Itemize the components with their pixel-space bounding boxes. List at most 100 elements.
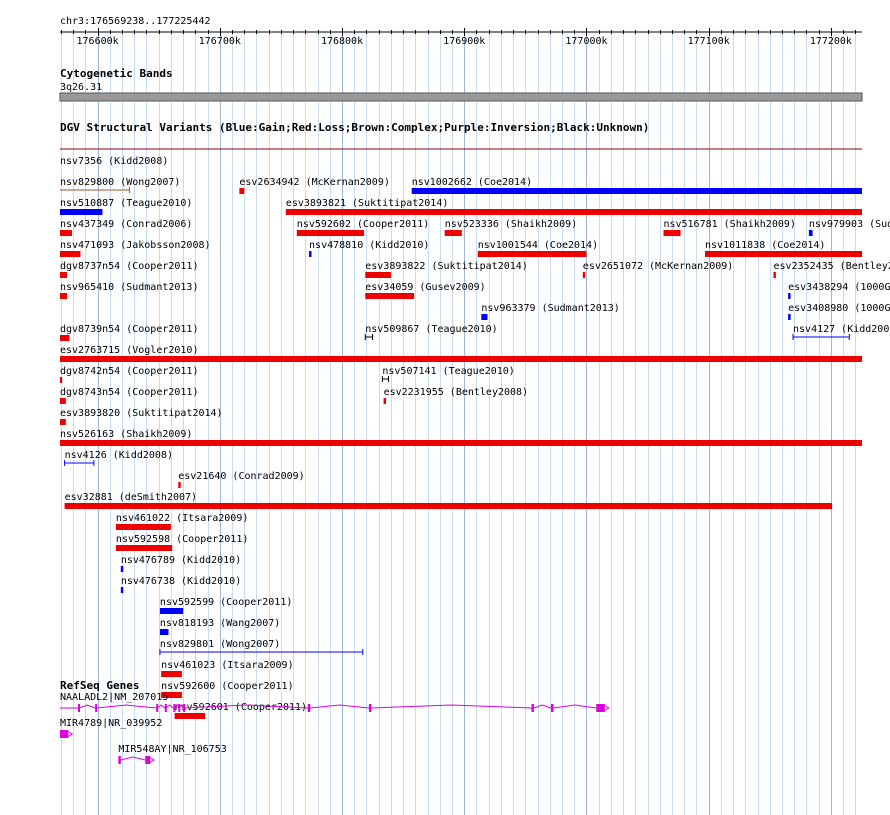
cytoband-track-title: Cytogenetic Bands	[60, 67, 173, 80]
dgv-feature-bar	[60, 440, 862, 446]
dgv-feature[interactable]: nsv829801 (Wong2007)	[159, 639, 364, 655]
dgv-feature[interactable]: nsv7356 (Kidd2008)	[60, 148, 862, 167]
dgv-feature-bar	[174, 713, 206, 719]
dgv-feature-label: nsv526163 (Shaikh2009)	[60, 429, 192, 440]
dgv-feature[interactable]: dgv8742n54 (Cooper2011)	[60, 366, 198, 383]
dgv-feature[interactable]: nsv478810 (Kidd2010)	[309, 240, 429, 257]
dgv-feature[interactable]: esv34059 (Gusev2009)	[365, 282, 486, 299]
dgv-feature-bar	[582, 272, 586, 278]
dgv-feature[interactable]: nsv516781 (Shaikh2009)	[663, 219, 796, 236]
dgv-feature[interactable]: nsv471093 (Jakobsson2008)	[60, 240, 211, 257]
refseq-exon	[118, 756, 121, 764]
refseq-exon	[173, 704, 176, 712]
dgv-feature-label: nsv516781 (Shaikh2009)	[663, 219, 795, 230]
dgv-feature[interactable]: esv3408980 (1000Genomes)	[788, 303, 890, 320]
dgv-feature[interactable]: nsv526163 (Shaikh2009)	[60, 429, 862, 446]
dgv-feature-label: esv2763715 (Vogler2010)	[60, 345, 198, 356]
dgv-feature-label: nsv478810 (Kidd2010)	[309, 240, 429, 251]
dgv-feature-label: nsv1001544 (Coe2014)	[478, 240, 598, 251]
dgv-feature[interactable]: nsv592602 (Cooper2011)	[296, 219, 429, 236]
dgv-feature-bar	[365, 272, 391, 278]
dgv-feature[interactable]: esv2634942 (McKernan2009)	[239, 177, 390, 194]
dgv-feature[interactable]: nsv592600 (Cooper2011)	[161, 681, 294, 698]
dgv-feature[interactable]: esv2651072 (McKernan2009)	[582, 261, 734, 278]
dgv-feature-label: nsv829801 (Wong2007)	[160, 639, 280, 650]
dgv-feature-bar	[477, 251, 587, 257]
dgv-feature[interactable]: esv32881 (deSmith2007)	[64, 492, 833, 509]
dgv-feature[interactable]: dgv8737n54 (Cooper2011)	[60, 261, 198, 278]
refseq-exon	[60, 730, 69, 738]
genome-tracks: chr3:176569238..177225442 176600k 176700k…	[59, 16, 890, 815]
dgv-feature[interactable]: nsv476738 (Kidd2010)	[120, 576, 241, 593]
dgv-feature-label: nsv818193 (Wang2007)	[160, 618, 280, 629]
refseq-gene[interactable]: MIR4789|NR_039952	[60, 718, 162, 738]
dgv-feature-label: esv3438294 (1000Genomes)	[788, 282, 890, 293]
dgv-feature[interactable]: esv3893821 (Suktitipat2014)	[285, 198, 862, 215]
dgv-feature[interactable]: nsv507141 (Teague2010)	[381, 366, 515, 382]
ruler-tick-label: 177100k	[688, 36, 730, 47]
dgv-feature-label: nsv471093 (Jakobsson2008)	[60, 240, 211, 251]
refseq-exon	[78, 704, 81, 712]
ruler-tick-label: 177000k	[565, 36, 607, 47]
refseq-exon	[368, 704, 372, 712]
dgv-feature-label: nsv979903 (Sudmant2013)	[809, 219, 890, 230]
dgv-feature[interactable]: nsv965410 (Sudmant2013)	[60, 282, 198, 299]
dgv-feature-bar	[159, 608, 184, 614]
dgv-feature-bar	[115, 545, 173, 551]
dgv-feature-bar	[64, 503, 833, 509]
dgv-feature-bar	[60, 272, 68, 278]
dgv-feature[interactable]: nsv4126 (Kidd2008)	[64, 450, 173, 466]
refseq-exon	[178, 704, 181, 712]
dgv-feature-bar	[296, 230, 365, 236]
dgv-feature[interactable]: esv3893820 (Suktitipat2014)	[60, 408, 223, 425]
refseq-gene-label: NAALADL2|NM_207015	[60, 692, 168, 703]
dgv-feature-label: esv3408980 (1000Genomes)	[788, 303, 890, 314]
dgv-feature[interactable]: nsv592599 (Cooper2011)	[159, 597, 292, 614]
dgv-feature-bar	[808, 230, 813, 236]
dgv-feature-label: dgv8737n54 (Cooper2011)	[60, 261, 198, 272]
dgv-feature-label: dgv8743n54 (Cooper2011)	[60, 387, 198, 398]
dgv-feature[interactable]: esv3893822 (Suktitipat2014)	[365, 261, 528, 278]
dgv-feature[interactable]: nsv461023 (Itsara2009)	[161, 660, 294, 677]
dgv-feature-label: esv3893820 (Suktitipat2014)	[60, 408, 223, 419]
dgv-feature[interactable]: nsv4127 (Kidd2008)	[792, 324, 890, 340]
dgv-feature-bar	[60, 209, 103, 215]
dgv-feature[interactable]: dgv8743n54 (Cooper2011)	[60, 387, 198, 404]
genome-browser-view: chr3:176569238..177225442 176600k 176700k…	[0, 0, 890, 815]
dgv-feature[interactable]: esv2231955 (Bentley2008)	[383, 387, 528, 404]
refseq-gene[interactable]: NAALADL2|NM_207015	[60, 692, 610, 712]
refseq-gene-label: MIR4789|NR_039952	[60, 718, 162, 729]
dgv-feature-bar	[161, 671, 182, 677]
dgv-feature[interactable]: nsv437349 (Conrad2006)	[60, 219, 192, 236]
dgv-feature-label: nsv461023 (Itsara2009)	[161, 660, 293, 671]
dgv-feature-label: esv2231955 (Bentley2008)	[384, 387, 528, 398]
dgv-feature[interactable]: esv3438294 (1000Genomes)	[788, 282, 890, 299]
dgv-features: nsv7356 (Kidd2008) nsv829800 (Wong2007) es…	[60, 148, 890, 719]
dgv-feature-bar	[60, 335, 70, 341]
dgv-feature[interactable]: esv2763715 (Vogler2010)	[60, 345, 862, 362]
refseq-exon	[156, 704, 159, 712]
dgv-feature[interactable]: dgv8739n54 (Cooper2011)	[60, 324, 198, 341]
dgv-feature[interactable]: nsv1011838 (Coe2014)	[705, 240, 862, 257]
dgv-feature[interactable]: nsv592601 (Cooper2011)	[174, 702, 307, 719]
dgv-feature[interactable]: nsv509867 (Teague2010)	[364, 324, 498, 340]
dgv-feature-bar	[411, 188, 862, 194]
dgv-feature-label: nsv592600 (Cooper2011)	[161, 681, 293, 692]
dgv-feature-bar	[60, 251, 81, 257]
dgv-feature-bar	[365, 293, 415, 299]
refseq-gene-label: MIR548AY|NR_106753	[118, 744, 226, 755]
dgv-feature-bar	[773, 272, 776, 278]
dgv-feature[interactable]: nsv592598 (Cooper2011)	[115, 534, 248, 551]
dgv-feature[interactable]: nsv461022 (Itsara2009)	[115, 513, 248, 530]
dgv-feature[interactable]: esv21640 (Conrad2009)	[178, 471, 305, 488]
refseq-genes: NAALADL2|NM_207015 MIR4789|NR_039952 MIR54…	[60, 692, 610, 764]
dgv-feature[interactable]: nsv476789 (Kidd2010)	[120, 555, 241, 572]
dgv-feature[interactable]: nsv829800 (Wong2007)	[60, 177, 180, 193]
dgv-feature[interactable]: nsv1001544 (Coe2014)	[477, 240, 598, 257]
dgv-feature-bar	[788, 314, 791, 320]
dgv-feature-label: esv2352435 (Bentley2008)	[773, 261, 890, 272]
dgv-feature-label: nsv4126 (Kidd2008)	[65, 450, 173, 461]
dgv-feature[interactable]: nsv510887 (Teague2010)	[60, 198, 192, 215]
dgv-feature[interactable]: nsv979903 (Sudmant2013)	[808, 219, 890, 236]
cytoband-bar[interactable]	[59, 92, 863, 102]
